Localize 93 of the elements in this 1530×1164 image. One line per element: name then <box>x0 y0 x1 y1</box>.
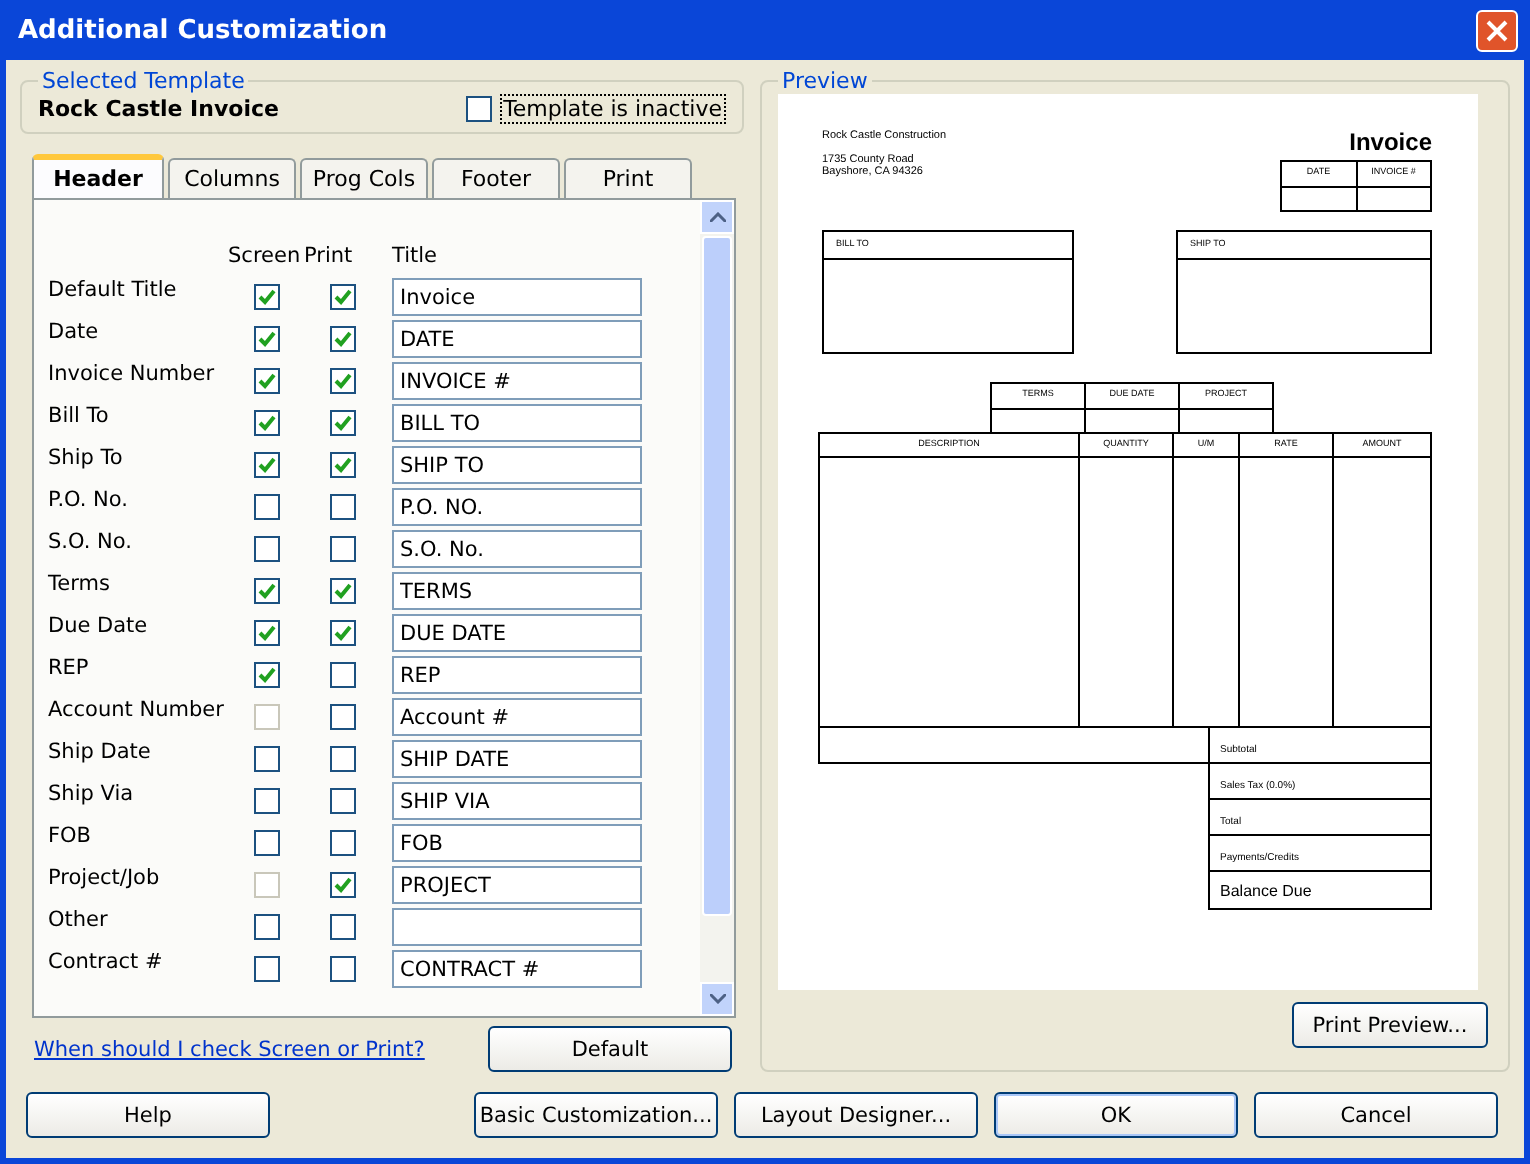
checkbox[interactable] <box>253 536 279 562</box>
checkbox[interactable] <box>253 620 279 646</box>
field-label: Contract # <box>48 950 165 974</box>
checkbox[interactable] <box>253 830 279 856</box>
field-label: Ship Date <box>48 740 153 764</box>
checkbox[interactable] <box>253 284 279 310</box>
field-label: P.O. No. <box>48 488 130 512</box>
title-field[interactable]: TERMS <box>392 572 642 610</box>
group-legend: Selected Template <box>38 68 249 94</box>
checkbox[interactable] <box>329 494 355 520</box>
checkbox[interactable] <box>329 830 355 856</box>
close-icon <box>1486 19 1508 41</box>
checkbox[interactable] <box>329 284 355 310</box>
tab[interactable]: Columns <box>168 158 296 198</box>
dialog-button[interactable]: OK <box>994 1092 1238 1138</box>
field-label: REP <box>48 656 91 680</box>
title-field[interactable]: REP <box>392 656 642 694</box>
title-field[interactable]: BILL TO <box>392 404 642 442</box>
field-label: Account Number <box>48 698 226 722</box>
checkbox[interactable] <box>253 956 279 982</box>
field-label: Date <box>48 320 101 344</box>
window-title: Additional Customization <box>18 15 388 45</box>
tab[interactable]: Prog Cols <box>300 158 428 198</box>
print-preview-button[interactable]: Print Preview... <box>1292 1002 1488 1048</box>
title-field[interactable]: Invoice <box>392 278 642 316</box>
title-field[interactable] <box>392 908 642 946</box>
field-label: Invoice Number <box>48 362 217 386</box>
template-name: Rock Castle Invoice <box>38 96 279 122</box>
title-field[interactable]: FOB <box>392 824 642 862</box>
field-label: FOB <box>48 824 94 848</box>
title-field[interactable]: DUE DATE <box>392 614 642 652</box>
checkbox[interactable] <box>253 410 279 436</box>
checkbox[interactable] <box>465 96 492 122</box>
group-legend: Preview <box>778 68 872 94</box>
field-label: Project/Job <box>48 866 162 890</box>
checkbox[interactable] <box>253 788 279 814</box>
checkbox[interactable] <box>329 326 355 352</box>
checkbox-label[interactable]: Template is inactive <box>499 94 726 124</box>
field-label: Terms <box>48 572 112 596</box>
checkbox[interactable] <box>329 704 355 730</box>
field-label: Bill To <box>48 404 111 428</box>
help-link[interactable]: When should I check Screen or Print? <box>34 1037 425 1061</box>
title-field[interactable]: P.O. NO. <box>392 488 642 526</box>
title-field[interactable]: DATE <box>392 320 642 358</box>
checkbox[interactable] <box>329 662 355 688</box>
title-field[interactable]: CONTRACT # <box>392 950 642 988</box>
column-header: Print <box>304 243 355 267</box>
checkbox[interactable] <box>253 494 279 520</box>
field-label: Ship To <box>48 446 125 470</box>
total-label: Balance Due <box>1220 882 1312 901</box>
dialog-button[interactable]: Cancel <box>1254 1092 1498 1138</box>
field-label: Due Date <box>48 614 150 638</box>
field-label: Default Title <box>48 278 179 302</box>
checkbox[interactable] <box>329 914 355 940</box>
checkbox[interactable] <box>253 368 279 394</box>
checkbox[interactable] <box>329 788 355 814</box>
close-button[interactable] <box>1476 9 1518 51</box>
checkbox[interactable] <box>329 578 355 604</box>
field-label: Other <box>48 908 110 932</box>
title-field[interactable]: PROJECT <box>392 866 642 904</box>
checkbox[interactable] <box>253 662 279 688</box>
title-field[interactable]: SHIP DATE <box>392 740 642 778</box>
tab[interactable]: Print <box>564 158 692 198</box>
checkbox[interactable] <box>329 872 355 898</box>
tab[interactable]: Header <box>32 154 164 198</box>
checkbox[interactable] <box>329 368 355 394</box>
column-header: Title <box>392 243 440 267</box>
title-field[interactable]: SHIP TO <box>392 446 642 484</box>
checkbox[interactable] <box>253 578 279 604</box>
checkbox[interactable] <box>253 746 279 772</box>
dialog-button[interactable]: Basic Customization... <box>474 1092 718 1138</box>
title-field[interactable]: Account # <box>392 698 642 736</box>
dialog-button[interactable]: Help <box>26 1092 270 1138</box>
checkbox[interactable] <box>329 620 355 646</box>
checkbox[interactable] <box>253 452 279 478</box>
field-label: Ship Via <box>48 782 136 806</box>
invoice-title: Invoice <box>1349 130 1432 157</box>
title-field[interactable]: INVOICE # <box>392 362 642 400</box>
checkbox[interactable] <box>329 746 355 772</box>
checkbox[interactable] <box>253 326 279 352</box>
dialog-button[interactable]: Layout Designer... <box>734 1092 978 1138</box>
column-header: Screen <box>228 243 303 267</box>
tab[interactable]: Footer <box>432 158 560 198</box>
checkbox[interactable] <box>329 536 355 562</box>
checkbox[interactable] <box>329 452 355 478</box>
title-field[interactable]: S.O. No. <box>392 530 642 568</box>
default-button[interactable]: Default <box>488 1026 732 1072</box>
title-field[interactable]: SHIP VIA <box>392 782 642 820</box>
checkbox[interactable] <box>329 956 355 982</box>
checkbox[interactable] <box>329 410 355 436</box>
field-label: S.O. No. <box>48 530 134 554</box>
scrollbar[interactable] <box>700 200 734 1016</box>
checkbox[interactable] <box>253 914 279 940</box>
